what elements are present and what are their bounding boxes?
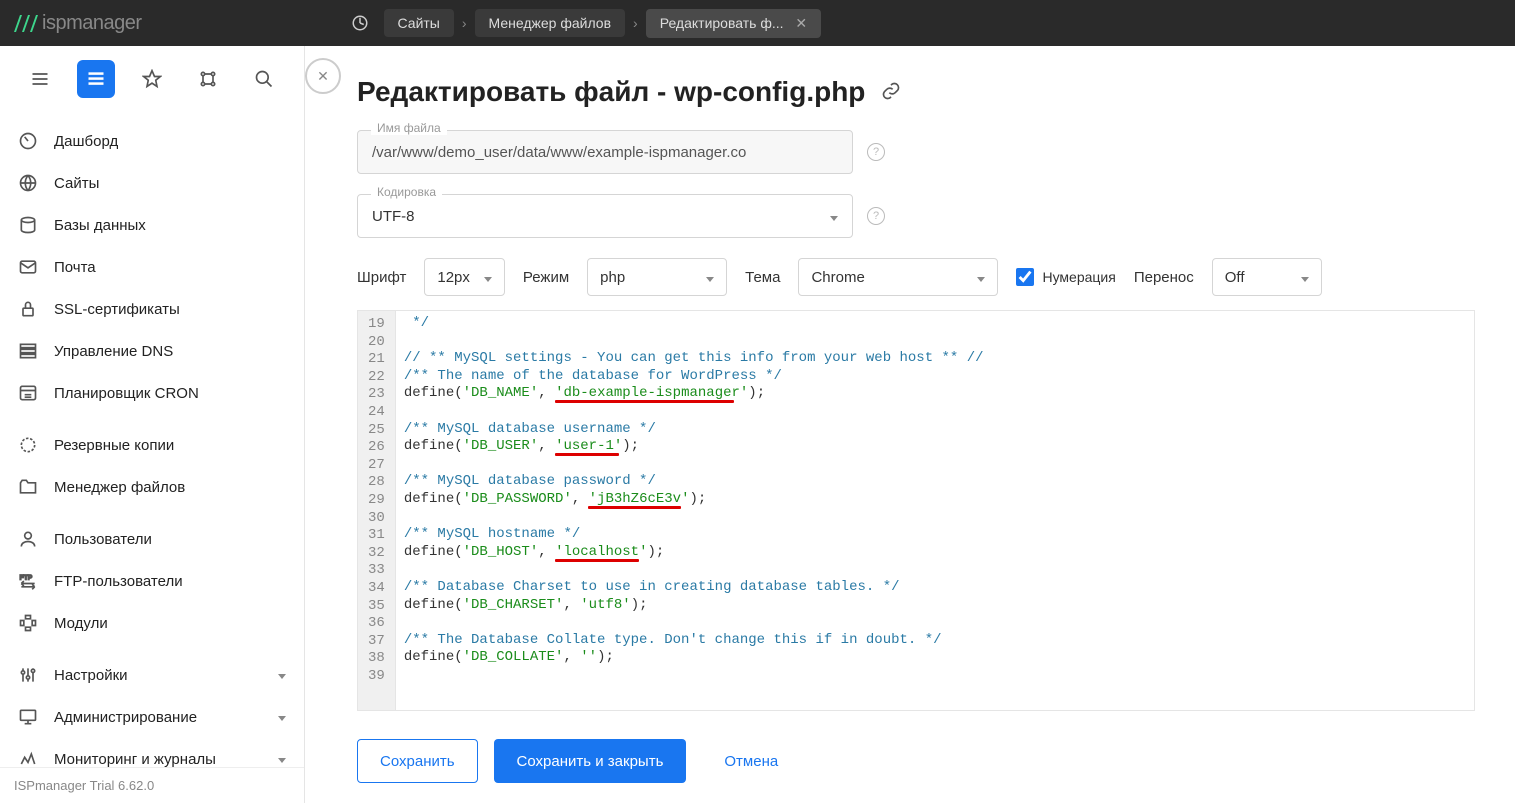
nav-label: Модули <box>54 615 108 632</box>
help-icon[interactable]: ? <box>867 143 885 161</box>
breadcrumb-edit[interactable]: Редактировать ф... ✕ <box>646 9 821 38</box>
chevron-down-icon <box>274 752 286 766</box>
sidebar-item[interactable]: Модули <box>0 602 304 644</box>
nav-icon <box>18 341 38 361</box>
line-gutter: 1920212223242526272829303132333435363738… <box>358 311 396 710</box>
nav-icon <box>18 173 38 193</box>
chevron-down-icon <box>274 668 286 682</box>
theme-label: Тема <box>745 269 780 286</box>
nav-label: Пользователи <box>54 531 152 548</box>
nav-icon <box>18 613 38 633</box>
save-close-button[interactable]: Сохранить и закрыть <box>494 739 687 783</box>
menu-icon[interactable] <box>21 60 59 98</box>
cancel-button[interactable]: Отмена <box>702 739 800 783</box>
chevron-down-icon <box>973 269 985 286</box>
chevron-down-icon <box>1297 269 1309 286</box>
nav-label: Администрирование <box>54 709 197 726</box>
nav-icon <box>18 707 38 727</box>
link-icon[interactable] <box>881 81 901 104</box>
encoding-label: Кодировка <box>371 185 442 199</box>
nav-icon <box>18 749 38 767</box>
nav-icon <box>18 435 38 455</box>
encoding-select[interactable]: UTF-8 <box>357 194 853 238</box>
filename-input <box>357 130 853 174</box>
nav-icon <box>18 299 38 319</box>
sidebar-item[interactable]: Мониторинг и журналы <box>0 738 304 767</box>
logo-text: ispmanager <box>42 12 142 35</box>
chevron-down-icon <box>702 269 714 286</box>
nav-label: Дашборд <box>54 133 118 150</box>
sidebar: Дашборд Сайты Базы данных Почта SSL-сертифик… <box>0 46 305 803</box>
chevron-right-icon: › <box>460 15 469 31</box>
filename-label: Имя файла <box>371 121 447 135</box>
sidebar-item[interactable]: Управление DNS <box>0 330 304 372</box>
chevron-down-icon <box>274 710 286 724</box>
dashboard-icon-button[interactable] <box>342 8 378 38</box>
nav-label: FTP-пользователи <box>54 573 183 590</box>
nav-icon <box>18 215 38 235</box>
breadcrumb-sites[interactable]: Сайты <box>384 9 454 37</box>
chevron-down-icon <box>480 269 492 286</box>
mode-label: Режим <box>523 269 569 286</box>
code-area[interactable]: */// ** MySQL settings - You can get thi… <box>396 311 1474 710</box>
theme-select[interactable]: Chrome <box>798 258 998 296</box>
nav-label: Базы данных <box>54 217 146 234</box>
code-editor[interactable]: 1920212223242526272829303132333435363738… <box>357 310 1475 711</box>
sidebar-item[interactable]: Администрирование <box>0 696 304 738</box>
breadcrumb-filemanager[interactable]: Менеджер файлов <box>475 9 626 37</box>
chevron-down-icon <box>826 208 838 225</box>
font-label: Шрифт <box>357 269 406 286</box>
nav-icon <box>18 665 38 685</box>
wrap-label: Перенос <box>1134 269 1194 286</box>
nav-label: Управление DNS <box>54 343 173 360</box>
nav-label: Почта <box>54 259 96 276</box>
nav-label: Сайты <box>54 175 99 192</box>
sidebar-item[interactable]: Дашборд <box>0 120 304 162</box>
search-icon[interactable] <box>245 60 283 98</box>
font-select[interactable]: 12px <box>424 258 505 296</box>
panel-close-button[interactable]: ✕ <box>305 58 341 94</box>
sidebar-item[interactable]: SSL-сертификаты <box>0 288 304 330</box>
svg-text:FTP: FTP <box>20 574 33 581</box>
sidebar-item[interactable]: FTP FTP-пользователи <box>0 560 304 602</box>
logo[interactable]: ispmanager <box>12 0 142 46</box>
version-text: ISPmanager Trial 6.62.0 <box>0 767 304 803</box>
sidebar-item[interactable]: Планировщик CRON <box>0 372 304 414</box>
nav-icon <box>18 383 38 403</box>
chevron-right-icon: › <box>631 15 640 31</box>
wrap-select[interactable]: Off <box>1212 258 1322 296</box>
nav-icon <box>18 257 38 277</box>
numbering-checkbox[interactable]: Нумерация <box>1016 268 1115 286</box>
list-icon[interactable] <box>77 60 115 98</box>
sidebar-item[interactable]: Базы данных <box>0 204 304 246</box>
sidebar-item[interactable]: Сайты <box>0 162 304 204</box>
apps-icon[interactable] <box>189 60 227 98</box>
nav-label: SSL-сертификаты <box>54 301 180 318</box>
mode-select[interactable]: php <box>587 258 727 296</box>
nav-icon <box>18 131 38 151</box>
sidebar-item[interactable]: Менеджер файлов <box>0 466 304 508</box>
sidebar-item[interactable]: Настройки <box>0 654 304 696</box>
close-icon[interactable]: ✕ <box>795 15 807 31</box>
nav-label: Планировщик CRON <box>54 385 199 402</box>
breadcrumbs: Сайты › Менеджер файлов › Редактировать … <box>342 8 822 38</box>
nav-icon <box>18 477 38 497</box>
nav-icon <box>18 529 38 549</box>
help-icon[interactable]: ? <box>867 207 885 225</box>
page-title: Редактировать файл - wp-config.php <box>357 76 865 108</box>
nav-label: Менеджер файлов <box>54 479 185 496</box>
nav-label: Мониторинг и журналы <box>54 751 216 768</box>
star-icon[interactable] <box>133 60 171 98</box>
sidebar-item[interactable]: Резервные копии <box>0 424 304 466</box>
save-button[interactable]: Сохранить <box>357 739 478 783</box>
sidebar-item[interactable]: Почта <box>0 246 304 288</box>
nav-icon: FTP <box>18 571 38 591</box>
nav-label: Настройки <box>54 667 128 684</box>
sidebar-item[interactable]: Пользователи <box>0 518 304 560</box>
nav-label: Резервные копии <box>54 437 174 454</box>
